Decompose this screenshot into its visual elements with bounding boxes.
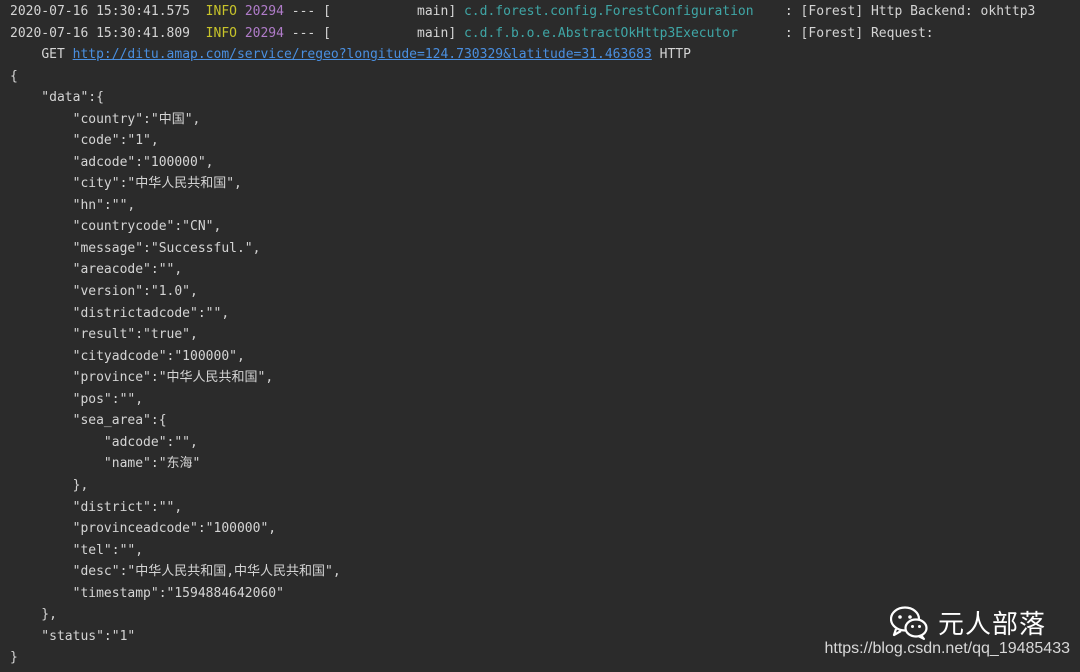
log-thread: main] bbox=[417, 25, 457, 41]
json-line: "areacode":"", bbox=[10, 262, 183, 278]
json-line: "pos":"", bbox=[10, 391, 144, 407]
json-line: "district":"", bbox=[10, 499, 183, 515]
request-url-link[interactable]: http://ditu.amap.com/service/regeo?longi… bbox=[73, 47, 652, 62]
request-protocol: HTTP bbox=[659, 47, 691, 62]
log-timestamp: 2020-07-16 15:30:41.809 bbox=[10, 25, 191, 41]
json-line: } bbox=[10, 650, 18, 666]
watermark-url: https://blog.csdn.net/qq_19485433 bbox=[824, 640, 1070, 657]
console-output: 2020-07-16 15:30:41.575 INFO 20294 --- [… bbox=[0, 0, 1080, 672]
log-timestamp: 2020-07-16 15:30:41.575 bbox=[10, 4, 191, 19]
json-line: "hn":"", bbox=[10, 197, 136, 213]
json-line: "provinceadcode":"100000", bbox=[10, 521, 277, 537]
log-level: INFO bbox=[205, 25, 237, 41]
wechat-icon bbox=[889, 605, 928, 640]
log-message: : [Forest] Http Backend: okhttp3 bbox=[784, 4, 1036, 19]
json-line: "cityadcode":"100000", bbox=[10, 348, 245, 364]
json-line: "message":"Successful.", bbox=[10, 240, 261, 256]
json-line: "result":"true", bbox=[10, 327, 198, 343]
log-logger: c.d.forest.config.ForestConfiguration bbox=[463, 4, 754, 19]
json-line: "districtadcode":"", bbox=[10, 305, 230, 321]
json-line: "version":"1.0", bbox=[10, 284, 198, 299]
log-separator: --- [ bbox=[291, 25, 331, 41]
json-line: { bbox=[10, 68, 18, 84]
json-line: "desc":"中华人民共和国,中华人民共和国", bbox=[10, 564, 341, 580]
json-line: "code":"1", bbox=[10, 133, 159, 149]
json-line: }, bbox=[10, 607, 57, 623]
json-line: "adcode":"100000", bbox=[10, 154, 214, 170]
json-line: "data":{ bbox=[10, 90, 104, 106]
json-line: "city":"中华人民共和国", bbox=[10, 176, 242, 192]
log-thread: main] bbox=[417, 4, 457, 19]
json-line: "timestamp":"1594884642060" bbox=[10, 585, 284, 601]
watermark-brand-text: 元人部落 bbox=[937, 610, 1046, 640]
log-line-1: 2020-07-16 15:30:41.575 INFO 20294 --- [… bbox=[10, 1, 1035, 23]
log-separator: --- [ bbox=[291, 4, 331, 19]
json-line: "countrycode":"CN", bbox=[10, 219, 222, 235]
log-logger: c.d.f.b.o.e.AbstractOkHttp3Executor bbox=[463, 25, 738, 41]
json-line: "sea_area":{ bbox=[10, 413, 167, 429]
json-line: "status":"1" bbox=[10, 628, 136, 644]
log-level: INFO bbox=[205, 4, 237, 19]
log-line-2: 2020-07-16 15:30:41.809 INFO 20294 --- [… bbox=[10, 23, 934, 45]
log-message: : [Forest] Request: bbox=[784, 25, 934, 41]
request-line: GET http://ditu.amap.com/service/regeo?l… bbox=[10, 44, 691, 66]
log-pid: 20294 bbox=[244, 25, 284, 41]
request-method: GET bbox=[41, 47, 65, 62]
json-line: "name":"东海" bbox=[10, 456, 201, 472]
watermark: 元人部落 bbox=[889, 604, 1046, 641]
json-line: "province":"中华人民共和国", bbox=[10, 370, 274, 386]
json-line: }, bbox=[10, 477, 89, 493]
json-line: "tel":"", bbox=[10, 542, 144, 558]
json-line: "country":"中国", bbox=[10, 111, 201, 127]
log-pid: 20294 bbox=[244, 4, 284, 19]
json-line: "adcode":"", bbox=[10, 434, 198, 450]
